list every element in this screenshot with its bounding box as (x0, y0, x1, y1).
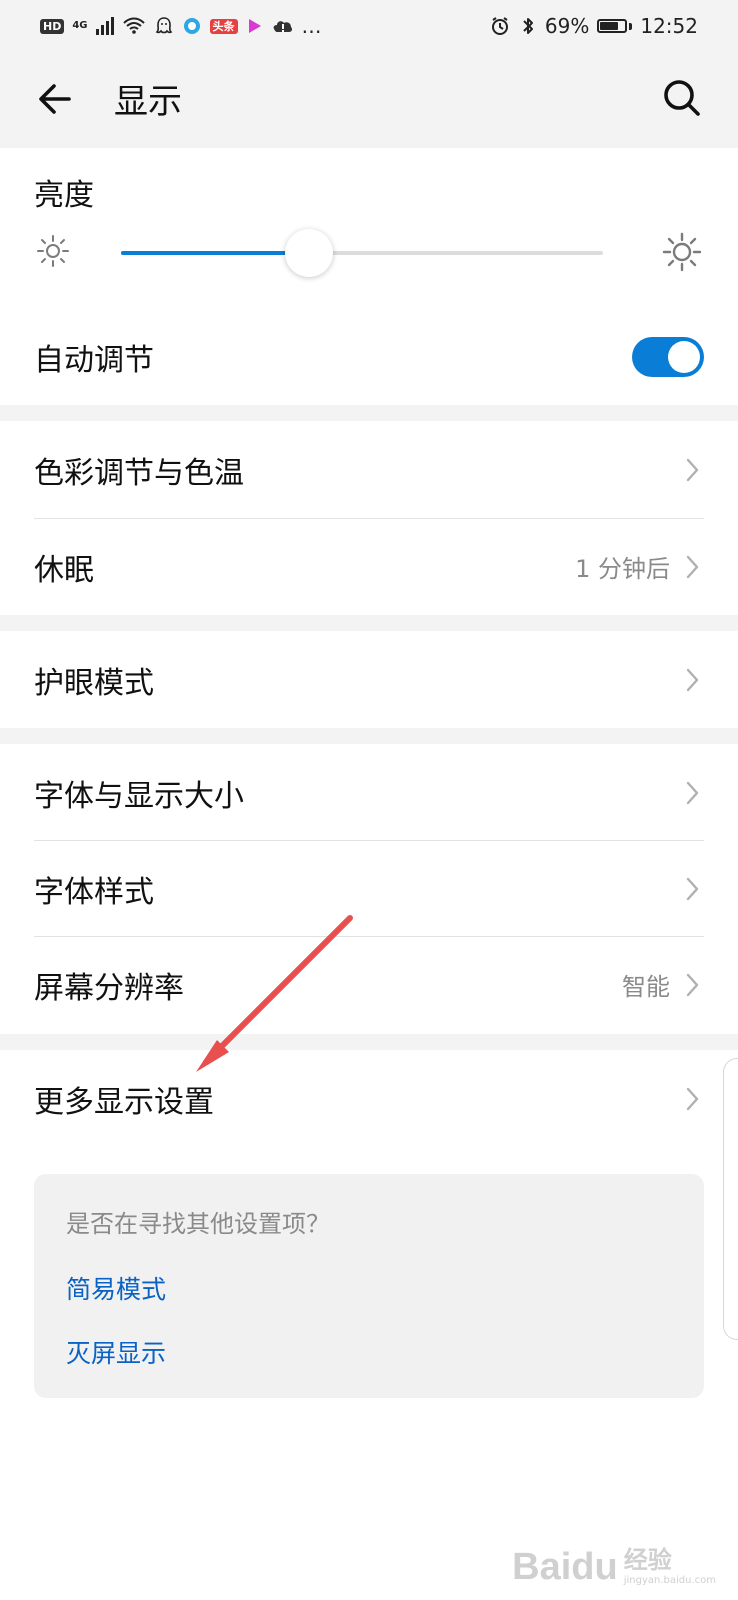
auto-adjust-label: 自动调节 (34, 342, 154, 378)
chevron-right-icon (686, 877, 699, 900)
auto-adjust-toggle[interactable] (632, 336, 704, 377)
battery-percentage: 69% (544, 14, 590, 38)
hd-badge: HD (40, 18, 65, 34)
color-sleep-card: 色彩调节与色温 休眠 1 分钟后 (0, 421, 738, 615)
back-button[interactable] (34, 78, 76, 120)
chevron-right-icon (686, 1087, 699, 1110)
arrow-left-icon (39, 84, 71, 114)
sleep-value: 1 分钟后 (575, 555, 670, 583)
chevron-right-icon (686, 973, 699, 996)
sleep-row[interactable]: 休眠 1 分钟后 (0, 518, 738, 615)
eye-care-label: 护眼模式 (34, 665, 154, 701)
font-size-label: 字体与显示大小 (34, 778, 244, 814)
brightness-slider-fill (121, 251, 309, 255)
font-style-right (682, 874, 704, 904)
color-temp-label: 色彩调节与色温 (34, 455, 244, 491)
search-icon (664, 80, 700, 116)
display-settings-screen: HD 4G 头条 … 69% 12:52 显示 亮度 自动调节 色彩调节与色温 … (0, 0, 738, 1600)
side-handle-indicator (723, 1058, 738, 1340)
toggle-knob (668, 340, 700, 373)
sun-low-icon (37, 235, 69, 267)
status-bar: HD 4G 头条 … 69% 12:52 (0, 0, 738, 52)
cloud-alert-icon (273, 21, 292, 32)
chevron-right-icon (686, 668, 699, 691)
sun-high-icon (662, 232, 702, 272)
suggestion-card: 是否在寻找其他设置项？ 简易模式 灭屏显示 (34, 1174, 704, 1398)
eye-care-row[interactable]: 护眼模式 (0, 631, 738, 728)
toutiao-badge: 头条 (209, 18, 238, 34)
more-status-icon: … (301, 14, 322, 38)
search-button[interactable] (660, 76, 704, 120)
font-style-label: 字体样式 (34, 874, 154, 910)
signal-icon (95, 17, 114, 35)
battery-icon (597, 19, 628, 33)
font-display-card: 字体与显示大小 字体样式 屏幕分辨率 智能 (0, 744, 738, 1034)
suggestion-title: 是否在寻找其他设置项？ (66, 1210, 330, 1238)
penguin-icon (155, 17, 172, 34)
app-bar: 显示 (0, 52, 738, 148)
more-display-row[interactable]: 更多显示设置 (0, 1050, 738, 1147)
video-app-icon (248, 19, 261, 33)
wifi-icon (122, 17, 145, 34)
suggestion-link-simple-mode[interactable]: 简易模式 (66, 1270, 166, 1306)
alarm-icon (491, 17, 508, 35)
chevron-right-icon (686, 781, 699, 804)
font-size-right (682, 778, 704, 808)
sleep-right: 1 分钟后 (575, 549, 704, 584)
chevron-right-icon (686, 458, 699, 481)
bluetooth-icon (523, 18, 533, 34)
eye-care-card: 护眼模式 (0, 631, 738, 728)
chevron-right-icon (686, 555, 699, 578)
font-style-row[interactable]: 字体样式 (0, 840, 738, 937)
brightness-slider-area (36, 226, 702, 278)
brightness-slider-thumb[interactable] (284, 229, 333, 277)
more-display-label: 更多显示设置 (34, 1084, 214, 1120)
network-type-label: 4G (72, 20, 88, 31)
font-size-row[interactable]: 字体与显示大小 (0, 744, 738, 841)
resolution-label: 屏幕分辨率 (34, 970, 184, 1006)
status-bar-left: HD 4G 头条 … (40, 14, 322, 38)
resolution-right: 智能 (622, 967, 704, 1002)
status-bar-right: 69% 12:52 (489, 14, 698, 38)
watermark-cn: 经验 (623, 1546, 672, 1574)
watermark-brand: Baidu (512, 1546, 618, 1588)
brightness-card: 亮度 自动调节 (0, 148, 738, 405)
baidu-watermark: Baidu 经验 jingyan.baidu.com (512, 1548, 716, 1586)
brightness-label: 亮度 (34, 178, 94, 213)
resolution-row[interactable]: 屏幕分辨率 智能 (0, 936, 738, 1033)
watermark-side: 经验 jingyan.baidu.com (624, 1548, 716, 1586)
auto-adjust-row[interactable]: 自动调节 (0, 308, 738, 405)
brightness-slider[interactable] (121, 229, 603, 277)
color-temp-row[interactable]: 色彩调节与色温 (0, 421, 738, 518)
sleep-label: 休眠 (34, 552, 94, 588)
watermark-url: jingyan.baidu.com (623, 1575, 716, 1586)
resolution-value: 智能 (622, 973, 670, 1001)
color-temp-right (682, 455, 704, 485)
battery-tip (629, 22, 633, 30)
eye-care-right (682, 665, 704, 695)
page-title: 显示 (114, 82, 182, 122)
browser-icon (183, 18, 200, 34)
suggestion-link-screen-off-display[interactable]: 灭屏显示 (66, 1334, 166, 1370)
more-display-right (682, 1084, 704, 1114)
status-time: 12:52 (640, 14, 698, 38)
